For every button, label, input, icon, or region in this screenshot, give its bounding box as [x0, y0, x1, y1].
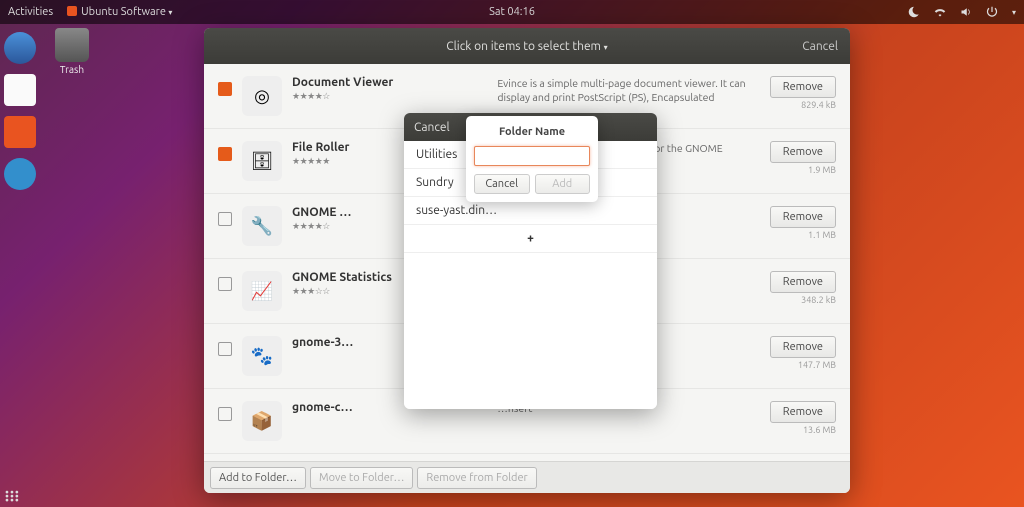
remove-button[interactable]: Remove [770, 401, 836, 423]
volume-icon [960, 6, 972, 18]
clock[interactable]: Sat 04:16 [489, 6, 535, 18]
trash-icon [55, 28, 89, 62]
app-size: 348.2 kB [801, 295, 836, 305]
app-icon: ◎ [242, 76, 282, 116]
window-footer: Add to Folder… Move to Folder… Remove fr… [204, 461, 850, 493]
top-panel: Activities Ubuntu Software ▾ Sat 04:16 ▾ [0, 0, 1024, 24]
header-cancel-button[interactable]: Cancel [802, 40, 838, 53]
app-rating: ★★★★☆ [292, 91, 479, 102]
remove-from-folder-button[interactable]: Remove from Folder [417, 467, 536, 489]
app-checkbox[interactable] [218, 212, 232, 226]
app-size: 1.9 MB [808, 165, 836, 175]
files-launcher[interactable] [4, 74, 36, 106]
popover-title: Folder Name [474, 126, 590, 138]
app-checkbox[interactable] [218, 147, 232, 161]
power-icon [986, 6, 998, 18]
move-to-folder-button[interactable]: Move to Folder… [310, 467, 413, 489]
window-header: Click on items to select them ▾ Cancel [204, 28, 850, 64]
app-size: 829.4 kB [801, 100, 836, 110]
app-row[interactable]: 🔍gnome-l……d …the inf…Remove15.2 MB [204, 454, 850, 461]
app-menu[interactable]: Ubuntu Software ▾ [67, 6, 172, 18]
activities-button[interactable]: Activities [8, 6, 53, 18]
app-icon: 📦 [242, 401, 282, 441]
app-size: 147.7 MB [798, 360, 836, 370]
app-icon: 🗄 [242, 141, 282, 181]
folder-name-popover: Folder Name Cancel Add [466, 116, 598, 202]
remove-button[interactable]: Remove [770, 271, 836, 293]
system-tray[interactable]: ▾ [908, 6, 1016, 18]
show-apps-icon[interactable]: ••••••••• [5, 491, 20, 503]
popover-add-button[interactable]: Add [535, 174, 591, 194]
app-size: 13.6 MB [803, 425, 836, 435]
add-folder-button[interactable]: + [404, 225, 657, 253]
app-description: Evince is a simple multi-page document v… [497, 76, 759, 104]
remove-button[interactable]: Remove [770, 76, 836, 98]
app-icon: 🔧 [242, 206, 282, 246]
remove-button[interactable]: Remove [770, 206, 836, 228]
app-checkbox[interactable] [218, 342, 232, 356]
folder-name-input[interactable] [474, 146, 590, 166]
header-hint[interactable]: Click on items to select them ▾ [446, 40, 607, 53]
app-checkbox[interactable] [218, 407, 232, 421]
trash-label: Trash [60, 64, 84, 75]
dock [0, 24, 40, 507]
app-icon: 📈 [242, 271, 282, 311]
add-to-folder-button[interactable]: Add to Folder… [210, 467, 306, 489]
app-icon: 🐾 [242, 336, 282, 376]
software-launcher[interactable] [4, 116, 36, 148]
app-checkbox[interactable] [218, 277, 232, 291]
app-checkbox[interactable] [218, 82, 232, 96]
remove-button[interactable]: Remove [770, 336, 836, 358]
firefox-launcher[interactable] [4, 32, 36, 64]
night-icon [908, 6, 920, 18]
app-size: 1.1 MB [808, 230, 836, 240]
app-title: Document Viewer [292, 76, 479, 89]
dialog-cancel-button[interactable]: Cancel [414, 121, 450, 134]
remove-button[interactable]: Remove [770, 141, 836, 163]
help-launcher[interactable] [4, 158, 36, 190]
network-icon [934, 6, 946, 18]
trash-desktop-icon[interactable]: Trash [55, 28, 89, 75]
popover-cancel-button[interactable]: Cancel [474, 174, 530, 194]
